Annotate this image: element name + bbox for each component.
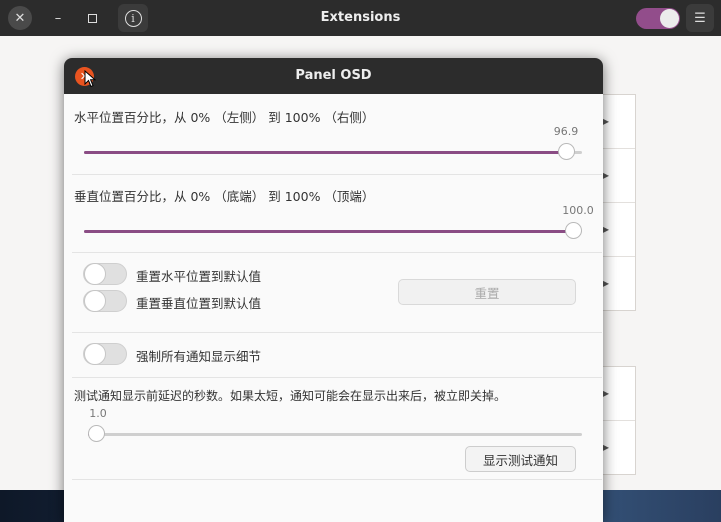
dialog-title: Panel OSD xyxy=(295,68,372,83)
reset-horizontal-label: 重置水平位置到默认值 xyxy=(136,269,262,284)
vertical-position-slider[interactable] xyxy=(84,222,582,239)
show-test-notification-button[interactable]: 显示测试通知 xyxy=(465,446,576,472)
vertical-position-value: 100.0 xyxy=(562,204,594,217)
slider-fill xyxy=(84,151,567,154)
divider xyxy=(72,479,602,480)
toggle-knob xyxy=(84,290,106,312)
slider-fill xyxy=(84,230,574,233)
divider xyxy=(72,332,602,333)
toggle-knob xyxy=(84,263,106,285)
reset-horizontal-toggle[interactable] xyxy=(83,263,127,285)
slider-handle[interactable] xyxy=(565,222,582,239)
chevron-right-icon: ▸ xyxy=(603,276,610,290)
extension-list-top: ▸ ▸ ▸ ▸ xyxy=(600,94,636,311)
delay-description-label: 测试通知显示前延迟的秒数。如果太短，通知可能会在显示出来后，被立即关掉。 xyxy=(74,389,507,403)
divider xyxy=(72,174,602,175)
hamburger-menu-icon[interactable]: ☰ xyxy=(686,4,714,32)
list-item[interactable]: ▸ xyxy=(601,95,635,149)
chevron-right-icon: ▸ xyxy=(603,222,610,236)
list-item[interactable]: ▸ xyxy=(601,149,635,203)
window-title: Extensions xyxy=(320,10,401,25)
force-details-label: 强制所有通知显示细节 xyxy=(136,349,262,364)
horizontal-position-value: 96.9 xyxy=(553,125,579,138)
delay-slider[interactable] xyxy=(88,425,582,442)
toggle-knob xyxy=(84,343,106,365)
chevron-right-icon: ▸ xyxy=(603,440,610,454)
vertical-position-label: 垂直位置百分比，从 0% （底端） 到 100% （顶端） xyxy=(74,189,375,204)
list-item[interactable]: ▸ xyxy=(601,421,635,474)
list-item[interactable]: ▸ xyxy=(601,367,635,421)
force-details-toggle[interactable] xyxy=(83,343,127,365)
reset-vertical-toggle[interactable] xyxy=(83,290,127,312)
horizontal-position-slider[interactable] xyxy=(84,143,582,160)
reset-vertical-label: 重置垂直位置到默认值 xyxy=(136,296,262,311)
chevron-right-icon: ▸ xyxy=(603,114,610,128)
dialog-body: 水平位置百分比，从 0% （左侧） 到 100% （右侧） 96.9 垂直位置百… xyxy=(64,94,603,522)
divider xyxy=(72,377,602,378)
toggle-knob xyxy=(660,9,679,28)
chevron-right-icon: ▸ xyxy=(603,168,610,182)
delay-value: 1.0 xyxy=(89,407,107,420)
divider xyxy=(72,252,602,253)
slider-handle[interactable] xyxy=(558,143,576,160)
horizontal-position-label: 水平位置百分比，从 0% （左侧） 到 100% （右侧） xyxy=(74,110,375,125)
extensions-global-toggle[interactable] xyxy=(636,8,680,29)
panel-osd-dialog: ✕ Panel OSD 水平位置百分比，从 0% （左侧） 到 100% （右侧… xyxy=(64,58,603,522)
list-item[interactable]: ▸ xyxy=(601,257,635,310)
extension-list-bottom: ▸ ▸ xyxy=(600,366,636,475)
slider-handle[interactable] xyxy=(88,425,105,442)
extensions-headerbar: ✕ – i Extensions ☰ xyxy=(0,0,721,36)
reset-button[interactable]: 重置 xyxy=(398,279,576,305)
list-item[interactable]: ▸ xyxy=(601,203,635,257)
dialog-header: ✕ Panel OSD xyxy=(64,58,603,94)
chevron-right-icon: ▸ xyxy=(603,386,610,400)
